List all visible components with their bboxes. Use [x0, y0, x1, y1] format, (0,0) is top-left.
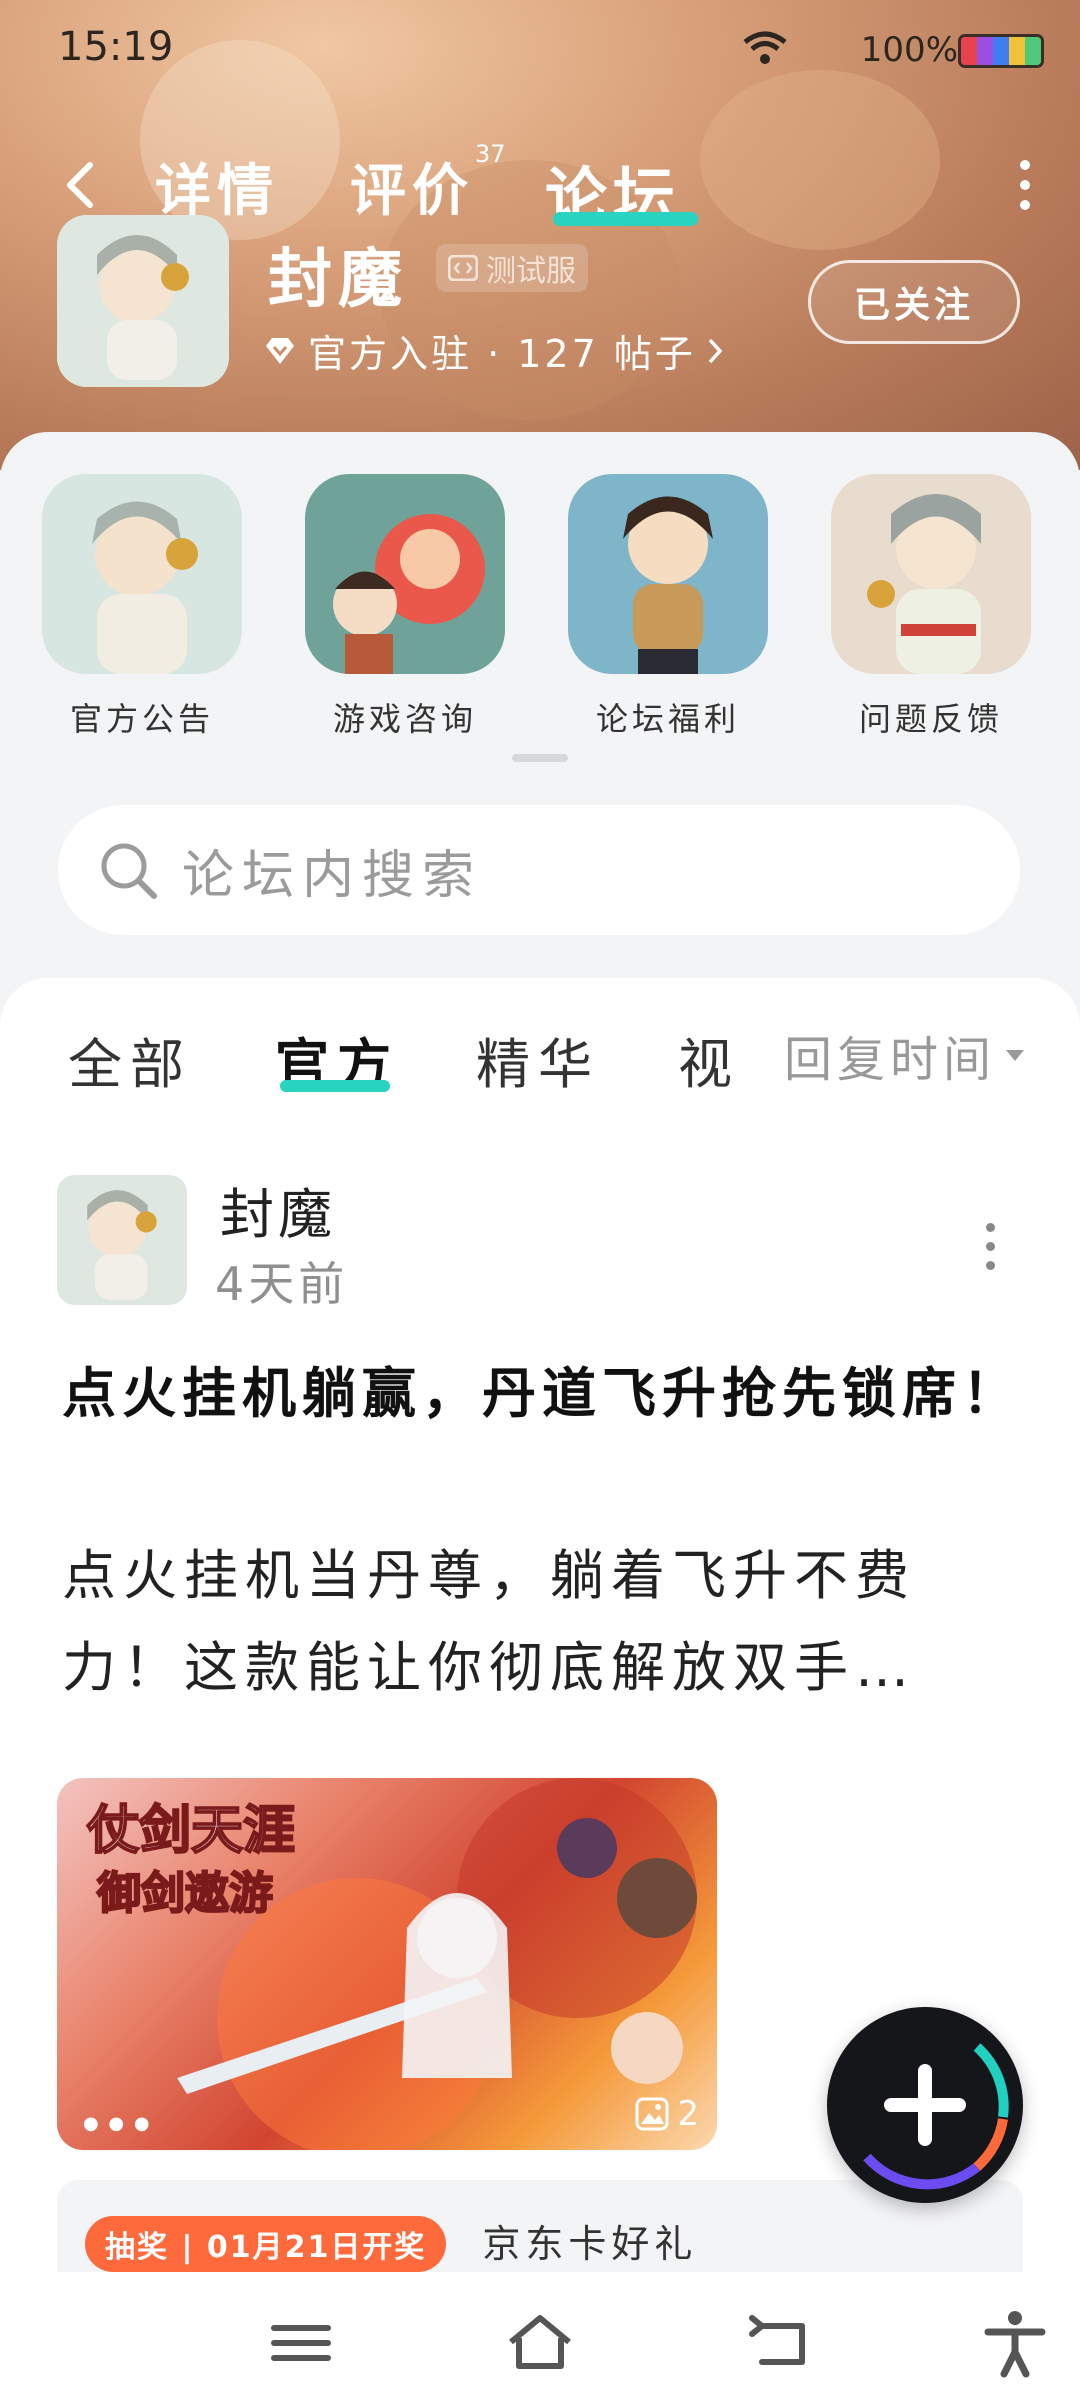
category-label: 问题反馈 — [858, 700, 1003, 738]
test-server-badge: 测试服 — [436, 244, 588, 292]
create-post-button[interactable] — [827, 2007, 1023, 2203]
search-placeholder: 论坛内搜索 — [182, 845, 483, 906]
lottery-tag: 抽奖 | 01月21日开奖 — [85, 2216, 447, 2272]
sort-dropdown[interactable]: 回复时间 — [784, 1020, 1025, 1090]
scroll-indicator — [512, 754, 568, 762]
post-author-avatar[interactable] — [57, 1175, 187, 1305]
category-label: 论坛福利 — [595, 700, 740, 738]
chevron-right-icon — [708, 338, 723, 363]
post-image-art: 仗剑天涯 御剑遨游 — [85, 1778, 697, 2150]
category-game-consult[interactable]: 游戏咨询 — [305, 474, 505, 740]
category-image — [568, 474, 768, 674]
post-image-logo-line2: 御剑遨游 — [96, 1868, 273, 1919]
diamond-icon — [266, 337, 294, 364]
post-more-icon[interactable] — [986, 1223, 996, 1280]
image-icon — [635, 2097, 669, 2131]
image-dots: ● ● ● — [83, 2113, 152, 2134]
back-arrow-icon[interactable] — [60, 160, 100, 210]
game-icon — [57, 215, 229, 387]
code-icon — [448, 255, 478, 281]
sort-label: 回复时间 — [784, 1032, 997, 1088]
forum-search-bar[interactable]: 论坛内搜索 — [58, 805, 1020, 935]
category-official-announcements[interactable]: 官方公告 — [42, 474, 242, 740]
search-icon — [101, 843, 157, 899]
category-feedback[interactable]: 问题反馈 — [831, 474, 1031, 740]
accessibility-icon[interactable] — [980, 2308, 1050, 2378]
menu-icon[interactable] — [266, 2308, 336, 2378]
post-body[interactable]: 点火挂机当丹尊，躺着飞升不费力！这款能让你彻底解放双手… — [62, 1530, 1022, 1714]
image-count: 2 — [677, 2094, 699, 2134]
category-label: 游戏咨询 — [332, 700, 477, 738]
post-title[interactable]: 点火挂机躺赢，丹道飞升抢先锁席！ — [62, 1348, 1022, 1440]
feed-tab-all[interactable]: 全部 — [68, 1020, 192, 1099]
battery-percent: 100% — [860, 30, 958, 70]
category-image — [831, 474, 1031, 674]
post-image-logo-line1: 仗剑天涯 — [86, 1800, 295, 1861]
post-time: 4天前 — [215, 1257, 349, 1311]
category-image — [305, 474, 505, 674]
plus-icon — [884, 2064, 966, 2146]
review-count-badge: 37 — [475, 140, 506, 168]
caret-down-icon — [1006, 1049, 1025, 1061]
category-label: 官方公告 — [69, 700, 214, 738]
back-nav-icon[interactable] — [746, 2308, 816, 2378]
test-server-label: 测试服 — [486, 254, 576, 289]
feed-tab-active-indicator — [280, 1080, 390, 1092]
follow-button[interactable]: 已关注 — [808, 260, 1020, 344]
post-author-name[interactable]: 封魔 — [220, 1170, 336, 1249]
home-icon[interactable] — [505, 2308, 575, 2378]
forum-meta[interactable]: 官方入驻 · 127 帖子 — [262, 323, 724, 378]
game-name: 封魔 — [268, 243, 408, 317]
tab-active-indicator — [553, 212, 698, 226]
post-image[interactable]: 仗剑天涯 御剑遨游 ● ● ● 2 — [57, 1778, 717, 2150]
system-nav-bar — [0, 2272, 1080, 2400]
feed-tab-featured[interactable]: 精华 — [476, 1020, 600, 1099]
lottery-prize: 京东卡好礼 — [482, 2222, 698, 2266]
tab-review[interactable]: 评价 — [350, 146, 474, 227]
battery-icon — [958, 34, 1044, 68]
forum-page: { "status_bar": { "time": "15:19", "batt… — [0, 0, 1080, 2400]
category-image — [42, 474, 242, 674]
forum-header: 15:19 100% 详情 评价 37 论坛 封魔 测试服 官方入驻 · 127… — [0, 0, 1080, 470]
wifi-icon — [743, 31, 787, 64]
forum-meta-text: 官方入驻 · 127 帖子 — [308, 332, 696, 376]
more-options-icon[interactable] — [1018, 160, 1032, 210]
status-time: 15:19 — [58, 24, 174, 70]
category-forum-benefits[interactable]: 论坛福利 — [568, 474, 768, 740]
category-shortcuts: 官方公告 游戏咨询 论坛福利 问题反馈 — [0, 432, 1080, 772]
image-count-badge: 2 — [635, 2094, 699, 2134]
feed-tab-video[interactable]: 视 — [678, 1020, 740, 1099]
